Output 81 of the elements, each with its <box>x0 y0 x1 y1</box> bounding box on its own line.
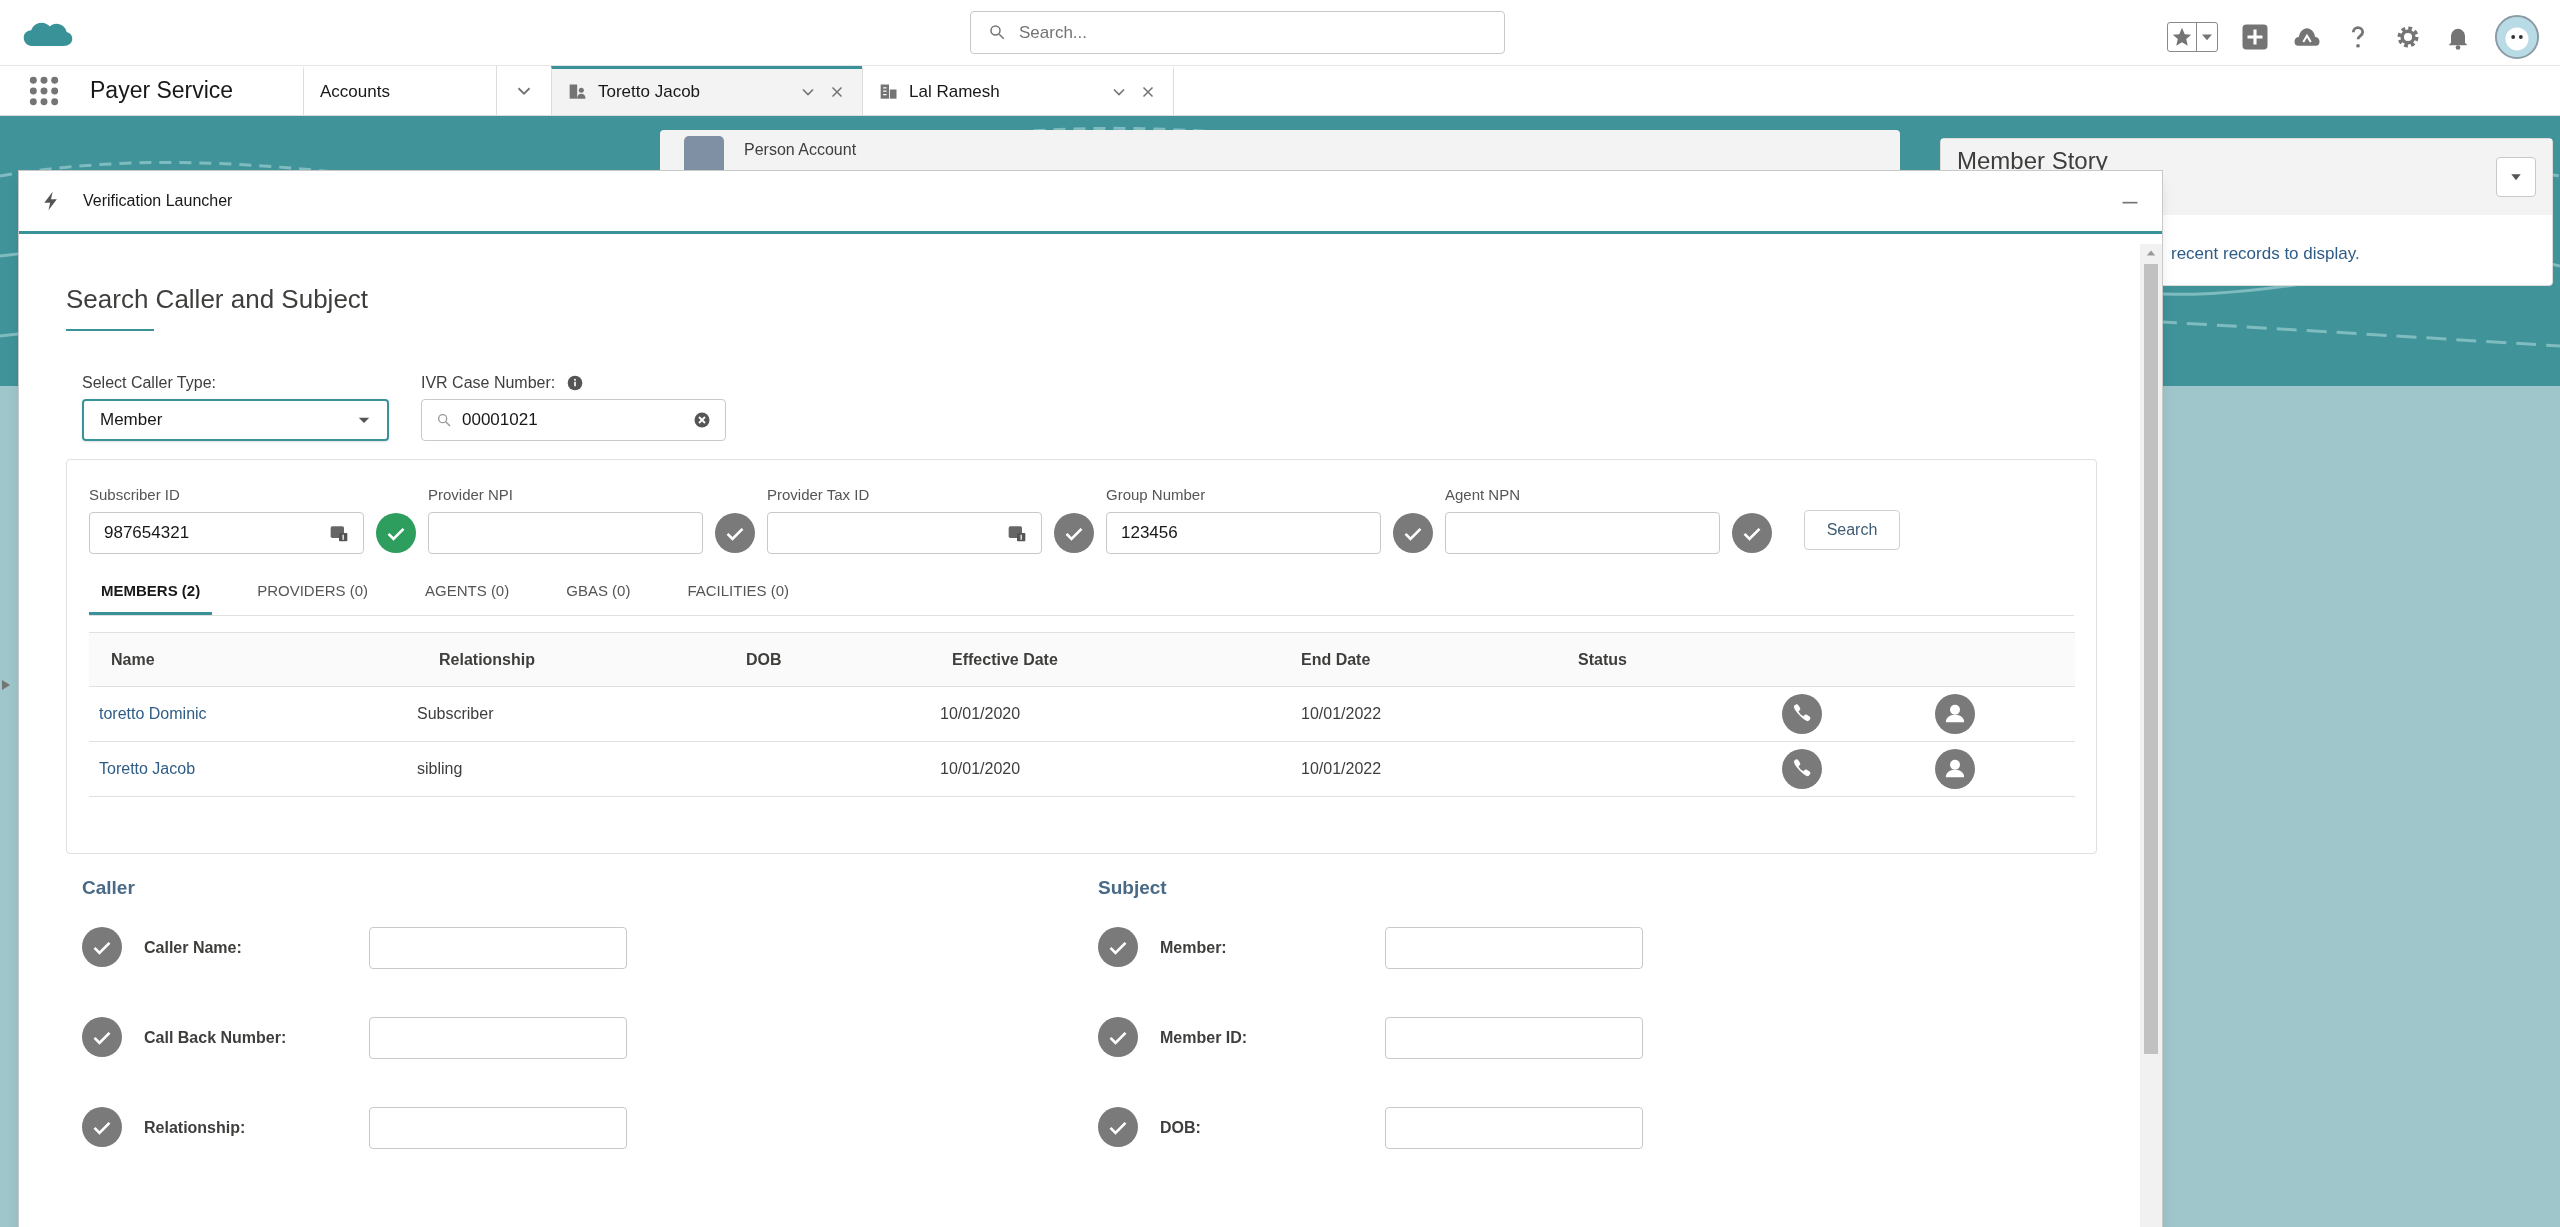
expand-arrow-icon[interactable] <box>2 680 10 690</box>
search-button[interactable]: Search <box>1804 509 1900 550</box>
result-tab[interactable]: PROVIDERS (0) <box>245 579 381 615</box>
check-icon <box>1098 927 1138 967</box>
text-field[interactable] <box>428 511 703 554</box>
favorites-button[interactable] <box>2167 22 2218 52</box>
search-field[interactable]: Search... <box>970 11 1505 54</box>
table-cell: Subscriber <box>417 705 494 722</box>
result-tab[interactable]: FACILITIES (0) <box>675 579 802 615</box>
text-field[interactable]: 123456 <box>1106 511 1381 554</box>
nav-tab[interactable]: Lal Ramesh <box>862 66 1174 115</box>
column-header: End Date <box>1301 650 1371 668</box>
field-label: Caller Name: <box>144 937 243 958</box>
clear-icon[interactable] <box>693 411 711 429</box>
check-icon <box>1098 1017 1138 1057</box>
text-field[interactable] <box>369 1106 627 1149</box>
app-launcher-icon[interactable] <box>28 74 60 107</box>
section-title: Subject <box>1098 876 1168 900</box>
phone-icon[interactable] <box>1782 749 1822 789</box>
column-header: Name <box>111 650 155 668</box>
building-icon <box>879 82 899 102</box>
table-cell: 10/01/2020 <box>940 705 1021 722</box>
text-field[interactable] <box>1385 926 1643 969</box>
column-header: Relationship <box>439 650 535 668</box>
add-icon[interactable] <box>2240 22 2270 52</box>
scroll-up-icon[interactable] <box>2146 248 2156 258</box>
person-icon[interactable] <box>1935 749 1975 789</box>
result-tab[interactable]: GBAS (0) <box>554 579 643 615</box>
field-label: DOB: <box>1160 1117 1202 1138</box>
scrollbar-thumb[interactable] <box>2144 264 2158 1054</box>
field-label: Select Caller Type: <box>82 373 217 393</box>
result-tab[interactable]: AGENTS (0) <box>413 579 522 615</box>
field-label: Member ID: <box>1160 1027 1249 1048</box>
text-field[interactable] <box>1445 511 1720 554</box>
text-field[interactable]: 987654321 <box>89 511 364 554</box>
check-icon <box>1098 1107 1138 1147</box>
column-header: Status <box>1578 650 1627 668</box>
field-label: Call Back Number: <box>144 1027 288 1048</box>
text-field[interactable] <box>369 926 627 969</box>
field-label: Member: <box>1160 937 1228 958</box>
result-tab[interactable]: MEMBERS (2) <box>89 579 213 615</box>
phone-icon[interactable] <box>1782 694 1822 734</box>
table-cell: 10/01/2022 <box>1301 705 1382 722</box>
check-icon <box>82 927 122 967</box>
field-label: Provider NPI <box>428 485 515 505</box>
scrollbar[interactable] <box>2140 244 2162 1227</box>
member-link[interactable]: toretto Dominic <box>99 705 207 722</box>
empty-message: recent records to display. <box>2171 244 2360 263</box>
field-label: Group Number <box>1106 485 1207 505</box>
section-heading: Search Caller and Subject <box>66 283 370 316</box>
card-title: Member Story <box>1957 146 2108 176</box>
column-header: Effective Date <box>952 650 1058 668</box>
check-icon <box>82 1017 122 1057</box>
nav-tab[interactable]: Toretto Jacob <box>551 66 862 115</box>
field-label: Subscriber ID <box>89 485 181 505</box>
person-icon[interactable] <box>1935 694 1975 734</box>
modal-title: Verification Launcher <box>83 191 234 211</box>
caller-type-select[interactable]: Member <box>82 399 389 441</box>
search-icon <box>436 412 452 428</box>
table-cell: 10/01/2022 <box>1301 760 1382 777</box>
record-type-label: Person Account <box>744 140 857 160</box>
info-icon[interactable] <box>567 375 584 391</box>
field-label: IVR Case Number: <box>421 373 556 393</box>
column-header: DOB <box>746 650 782 668</box>
search-icon <box>988 23 1006 41</box>
text-field[interactable] <box>767 511 1042 554</box>
section-title: Caller <box>82 876 136 900</box>
check-icon <box>82 1107 122 1147</box>
member-link[interactable]: Toretto Jacob <box>99 760 196 777</box>
field-label: Provider Tax ID <box>767 485 871 505</box>
ivr-case-field[interactable]: 00001021 <box>421 399 726 441</box>
text-field[interactable] <box>1385 1106 1643 1149</box>
avatar-icon[interactable] <box>2494 14 2540 60</box>
table-cell: sibling <box>417 760 463 777</box>
field-label: Relationship: <box>144 1117 247 1138</box>
field-label: Agent NPN <box>1445 485 1522 505</box>
text-field[interactable] <box>1385 1016 1643 1059</box>
app-name: Payer Service <box>90 76 235 106</box>
table-cell: 10/01/2020 <box>940 760 1021 777</box>
text-field[interactable] <box>369 1016 627 1059</box>
person-account-icon <box>568 82 588 102</box>
